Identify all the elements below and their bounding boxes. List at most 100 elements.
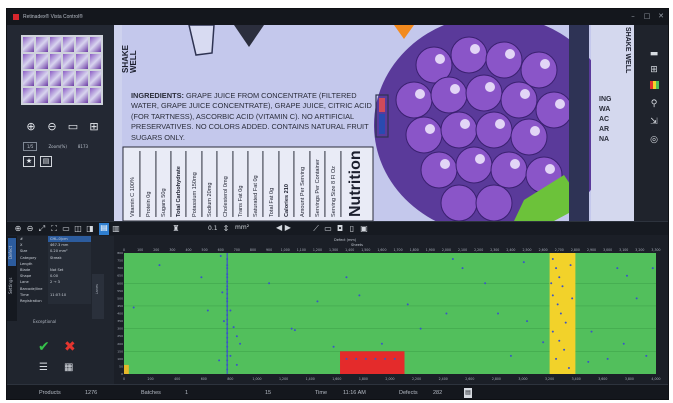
minimize-button[interactable]: –: [627, 12, 639, 20]
thumbnail[interactable]: [76, 71, 88, 86]
thumbnail[interactable]: [62, 37, 75, 52]
panel-split-icon[interactable]: ◫: [73, 224, 83, 234]
panel-left-icon[interactable]: ▭: [61, 224, 71, 234]
fit-icon[interactable]: ⤢: [37, 224, 47, 234]
thumbnail[interactable]: [23, 71, 35, 86]
export-icon[interactable]: ⇲: [648, 117, 660, 127]
thumbnail[interactable]: [76, 88, 88, 103]
thumbnail[interactable]: [89, 37, 101, 52]
label-image-view[interactable]: SHAKE WELL INGREDIENTS: GRAPE JUICE FROM…: [114, 25, 634, 221]
defect-point: [200, 276, 203, 279]
document-icon[interactable]: ▯: [347, 224, 357, 234]
step-buttons[interactable]: ◀ ▶: [276, 223, 291, 232]
search-icon[interactable]: ⚲: [648, 99, 660, 109]
table-view-icon[interactable]: ▥: [111, 224, 121, 234]
defect-point: [290, 327, 293, 330]
x-tick-top-label: 1,700: [393, 248, 402, 252]
close-button[interactable]: ✕: [655, 12, 667, 20]
zoom-out-icon[interactable]: ⊖: [46, 121, 58, 133]
maximize-button[interactable]: □: [641, 12, 653, 20]
thumbnail[interactable]: [23, 88, 35, 103]
camera-icon[interactable]: ◘: [335, 224, 345, 234]
defect-point: [564, 321, 567, 324]
thumbnail[interactable]: [62, 54, 75, 69]
defect-point: [645, 354, 648, 357]
thumbnail[interactable]: [36, 88, 48, 103]
zoom-value[interactable]: 0.1: [208, 225, 218, 232]
chart-view-icon[interactable]: ▤: [99, 223, 109, 235]
defect-point: [226, 288, 229, 291]
nutrition-row: Sugars 50g: [157, 151, 172, 217]
x-tick-top-label: 300: [169, 248, 175, 252]
robot-icon[interactable]: ♜: [171, 224, 181, 234]
color-bars-icon[interactable]: [648, 81, 660, 91]
thumbnail[interactable]: [49, 71, 61, 86]
grid-icon[interactable]: ⊞: [648, 65, 660, 75]
zoom-in-icon[interactable]: ⊕: [25, 121, 37, 133]
thumbnail[interactable]: [23, 54, 35, 69]
thumbnail[interactable]: [49, 37, 61, 52]
grid-icon[interactable]: ⊞: [88, 121, 100, 133]
defects-value: 282: [433, 390, 443, 396]
panel-right-icon[interactable]: ◨: [85, 224, 95, 234]
x-tick-top-label: 1,200: [313, 248, 322, 252]
tab-settings[interactable]: Settings: [8, 268, 16, 304]
defect-point: [380, 342, 383, 345]
app-title: Retinadex® Vista Control®: [23, 14, 83, 20]
folder-icon[interactable]: ▬: [648, 49, 660, 59]
x-tick-bottom-label: 2,000: [385, 377, 394, 381]
thumbnail[interactable]: [49, 54, 61, 69]
layout-icon[interactable]: ▤: [40, 156, 52, 167]
star-icon[interactable]: ★: [23, 156, 35, 167]
list-icon[interactable]: ☰: [39, 362, 48, 373]
defect-point: [393, 357, 396, 360]
defect-point: [551, 330, 554, 333]
thumbnail[interactable]: [89, 88, 101, 103]
defect-point: [226, 273, 229, 276]
x-tick-top-label: 2,300: [490, 248, 499, 252]
expand-icon[interactable]: ⛶: [49, 224, 59, 234]
y-tick-label: 600: [117, 281, 123, 285]
page-chip[interactable]: 1/5: [23, 142, 38, 151]
image-list-icon[interactable]: ▦: [64, 362, 73, 373]
thumbnail[interactable]: [49, 88, 61, 103]
defect-point: [218, 359, 221, 362]
defect-point: [445, 312, 448, 315]
defect-point: [226, 297, 229, 300]
defect-point: [226, 309, 229, 312]
tab-defect[interactable]: Defect: [8, 238, 16, 266]
monitor-icon[interactable]: ▭: [67, 121, 79, 133]
target-icon[interactable]: ◎: [648, 135, 660, 145]
sheet-thumbnail-grid[interactable]: [21, 35, 103, 105]
stepper-icon[interactable]: ⇕: [221, 224, 231, 234]
defect-point: [235, 335, 238, 338]
settings-tabs: Defect Settings: [7, 236, 17, 321]
thumbnail[interactable]: [76, 37, 88, 52]
property-row[interactable]: Registration: [18, 297, 91, 305]
defect-point: [316, 300, 319, 303]
thumbnail[interactable]: [89, 54, 101, 69]
zoom-out-icon[interactable]: ⊖: [25, 224, 35, 234]
accept-check-icon[interactable]: ✔: [38, 339, 50, 355]
thumbnail[interactable]: [36, 37, 48, 52]
defect-point: [239, 342, 242, 345]
ruler-icon[interactable]: ⟋: [311, 224, 321, 234]
thumbnail[interactable]: [76, 54, 88, 69]
thumbnail[interactable]: [62, 71, 75, 86]
defect-point: [551, 294, 554, 297]
y-tick-label: 500: [117, 296, 123, 300]
zoom-in-icon[interactable]: ⊕: [13, 224, 23, 234]
thumbnail[interactable]: [89, 71, 101, 86]
defect-map-chart[interactable]: 0 100 200 300 400 500 600 700 800 900 1,000 1,100 1,…: [114, 236, 668, 384]
zoom-value: 8173: [77, 144, 89, 149]
x-tick-bottom-label: 2,800: [492, 377, 501, 381]
reject-x-icon[interactable]: ✖: [64, 339, 76, 355]
report-icon[interactable]: ▣: [359, 224, 369, 234]
defect-point: [355, 357, 358, 360]
thumbnail[interactable]: [62, 88, 75, 103]
thumbnail[interactable]: [36, 71, 48, 86]
thumbnail[interactable]: [23, 37, 35, 52]
screen-icon[interactable]: ▭: [323, 224, 333, 234]
thumbnail[interactable]: [36, 54, 48, 69]
defects-icon[interactable]: ▤: [464, 388, 472, 398]
